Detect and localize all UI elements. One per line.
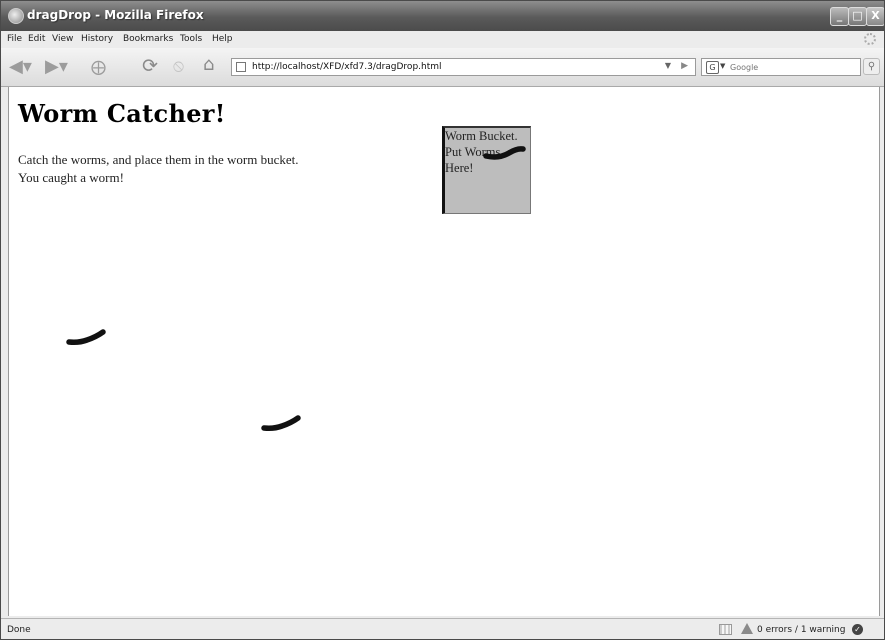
menu-bookmarks[interactable]: Bookmarks	[123, 34, 173, 44]
menu-history[interactable]: History	[81, 34, 113, 44]
navigation-toolbar: ◀▾ ▶▾ ⨁ ⟳ ⦸ ⌂ http://localhost/XFD/xfd7.…	[1, 48, 884, 87]
check-icon[interactable]: ✓	[852, 624, 863, 635]
page-title: Worm Catcher!	[18, 99, 226, 128]
new-tab-icon[interactable]: ⨁	[91, 58, 106, 76]
reload-icon[interactable]: ⟳	[142, 57, 158, 76]
status-bar: Done 0 errors / 1 warning ✓	[1, 618, 884, 639]
page-content: Worm Catcher! Catch the worms, and place…	[8, 87, 880, 616]
bucket-label-line-1: Worm Bucket.	[445, 129, 518, 143]
page-info-icon[interactable]	[719, 624, 732, 635]
home-icon[interactable]: ⌂	[203, 56, 214, 74]
firefox-icon	[8, 8, 24, 24]
back-icon[interactable]: ◀▾	[9, 58, 32, 76]
menu-tools[interactable]: Tools	[180, 34, 202, 44]
search-engine-icon[interactable]: G	[706, 61, 719, 74]
forward-icon[interactable]: ▶▾	[45, 58, 68, 76]
url-text[interactable]: http://localhost/XFD/xfd7.3/dragDrop.htm…	[252, 62, 442, 72]
maximize-button[interactable]: □	[848, 7, 867, 26]
search-box[interactable]: G ▼	[701, 58, 861, 76]
worm-in-bucket[interactable]	[483, 144, 527, 162]
error-console-summary[interactable]: 0 errors / 1 warning	[757, 625, 845, 635]
go-arrow-icon[interactable]: ▶	[681, 61, 688, 71]
page-favicon-icon	[236, 62, 246, 72]
menu-file[interactable]: File	[7, 34, 22, 44]
throbber-icon	[864, 33, 876, 45]
title-bar[interactable]: dragDrop - Mozilla Firefox _ □ X	[1, 1, 884, 31]
warning-icon[interactable]	[741, 623, 753, 634]
url-bar[interactable]: http://localhost/XFD/xfd7.3/dragDrop.htm…	[231, 58, 696, 76]
status-text: Done	[7, 625, 31, 635]
minimize-button[interactable]: _	[830, 7, 849, 26]
bucket-label-line-3: Here!	[445, 161, 474, 175]
browser-window: dragDrop - Mozilla Firefox _ □ X File Ed…	[0, 0, 885, 640]
menu-edit[interactable]: Edit	[28, 34, 45, 44]
search-input[interactable]	[730, 60, 850, 74]
caught-message: You caught a worm!	[18, 170, 124, 185]
close-button[interactable]: X	[866, 7, 884, 26]
worm-bucket[interactable]: Worm Bucket. Put Worms Here!	[442, 126, 531, 214]
worm[interactable]	[65, 327, 109, 347]
menu-view[interactable]: View	[52, 34, 73, 44]
instruction-text: Catch the worms, and place them in the w…	[18, 152, 299, 167]
search-magnifier-icon[interactable]: ⚲	[863, 58, 880, 75]
worm[interactable]	[260, 413, 304, 433]
window-title: dragDrop - Mozilla Firefox	[27, 8, 204, 22]
menu-bar: File Edit View History Bookmarks Tools H…	[1, 31, 884, 48]
stop-icon[interactable]: ⦸	[173, 57, 184, 75]
menu-help[interactable]: Help	[212, 34, 233, 44]
url-dropdown-icon[interactable]: ▼	[665, 61, 671, 70]
search-engine-dropdown-icon[interactable]: ▼	[720, 62, 725, 70]
